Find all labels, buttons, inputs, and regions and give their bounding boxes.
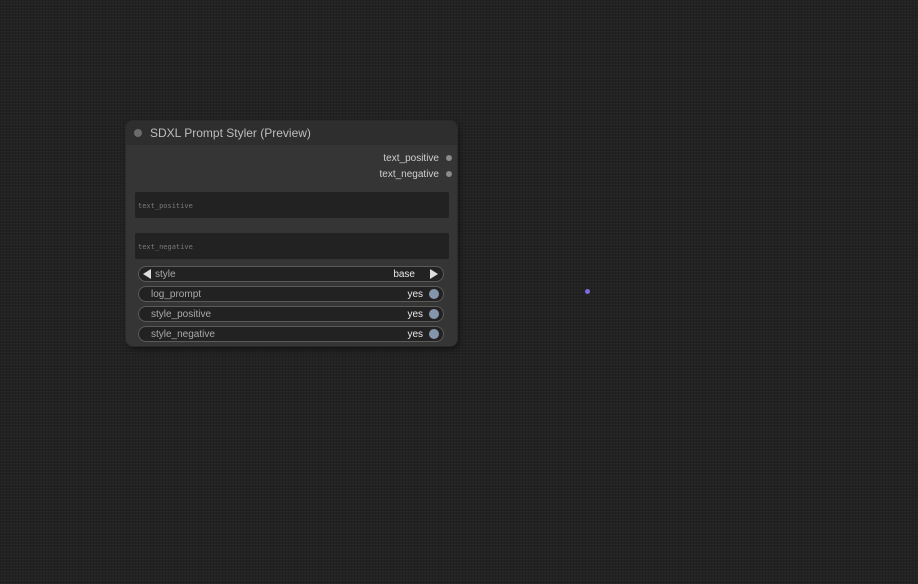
widget-label: style	[155, 269, 176, 280]
graph-canvas[interactable]: SDXL Prompt Styler (Preview) text_positi…	[0, 0, 918, 584]
text-positive-textarea[interactable]: text_positive	[135, 192, 449, 218]
output-slot-text-positive[interactable]: text_positive	[383, 151, 452, 165]
output-slot-text-negative[interactable]: text_negative	[379, 167, 452, 181]
widget-label: style_positive	[151, 309, 212, 320]
output-connector-dot-icon[interactable]	[446, 171, 452, 177]
log-prompt-toggle[interactable]: log_prompt yes	[138, 286, 444, 302]
text-negative-textarea[interactable]: text_negative	[135, 233, 449, 259]
node-collapse-dot-icon[interactable]	[134, 129, 142, 137]
triangle-left-icon[interactable]	[143, 269, 151, 279]
toggle-knob-icon[interactable]	[429, 329, 439, 339]
widget-label: log_prompt	[151, 289, 202, 300]
widget-value: yes	[407, 309, 423, 320]
textarea-placeholder: text_negative	[138, 243, 193, 251]
style-positive-toggle[interactable]: style_positive yes	[138, 306, 444, 322]
link-point-dot-icon[interactable]	[585, 289, 590, 294]
widget-label: style_negative	[151, 329, 215, 340]
textarea-placeholder: text_positive	[138, 202, 193, 210]
output-label: text_positive	[383, 152, 439, 164]
sdxl-prompt-styler-node[interactable]: SDXL Prompt Styler (Preview) text_positi…	[126, 121, 457, 346]
style-combo-widget[interactable]: style base	[138, 266, 444, 282]
widget-value: yes	[407, 329, 423, 340]
toggle-knob-icon[interactable]	[429, 289, 439, 299]
widget-value: yes	[407, 289, 423, 300]
node-header[interactable]: SDXL Prompt Styler (Preview)	[126, 121, 457, 145]
widget-value: base	[393, 269, 415, 280]
node-title: SDXL Prompt Styler (Preview)	[150, 126, 311, 140]
toggle-knob-icon[interactable]	[429, 309, 439, 319]
style-negative-toggle[interactable]: style_negative yes	[138, 326, 444, 342]
triangle-right-icon[interactable]	[430, 269, 438, 279]
output-label: text_negative	[379, 168, 440, 180]
output-connector-dot-icon[interactable]	[446, 155, 452, 161]
